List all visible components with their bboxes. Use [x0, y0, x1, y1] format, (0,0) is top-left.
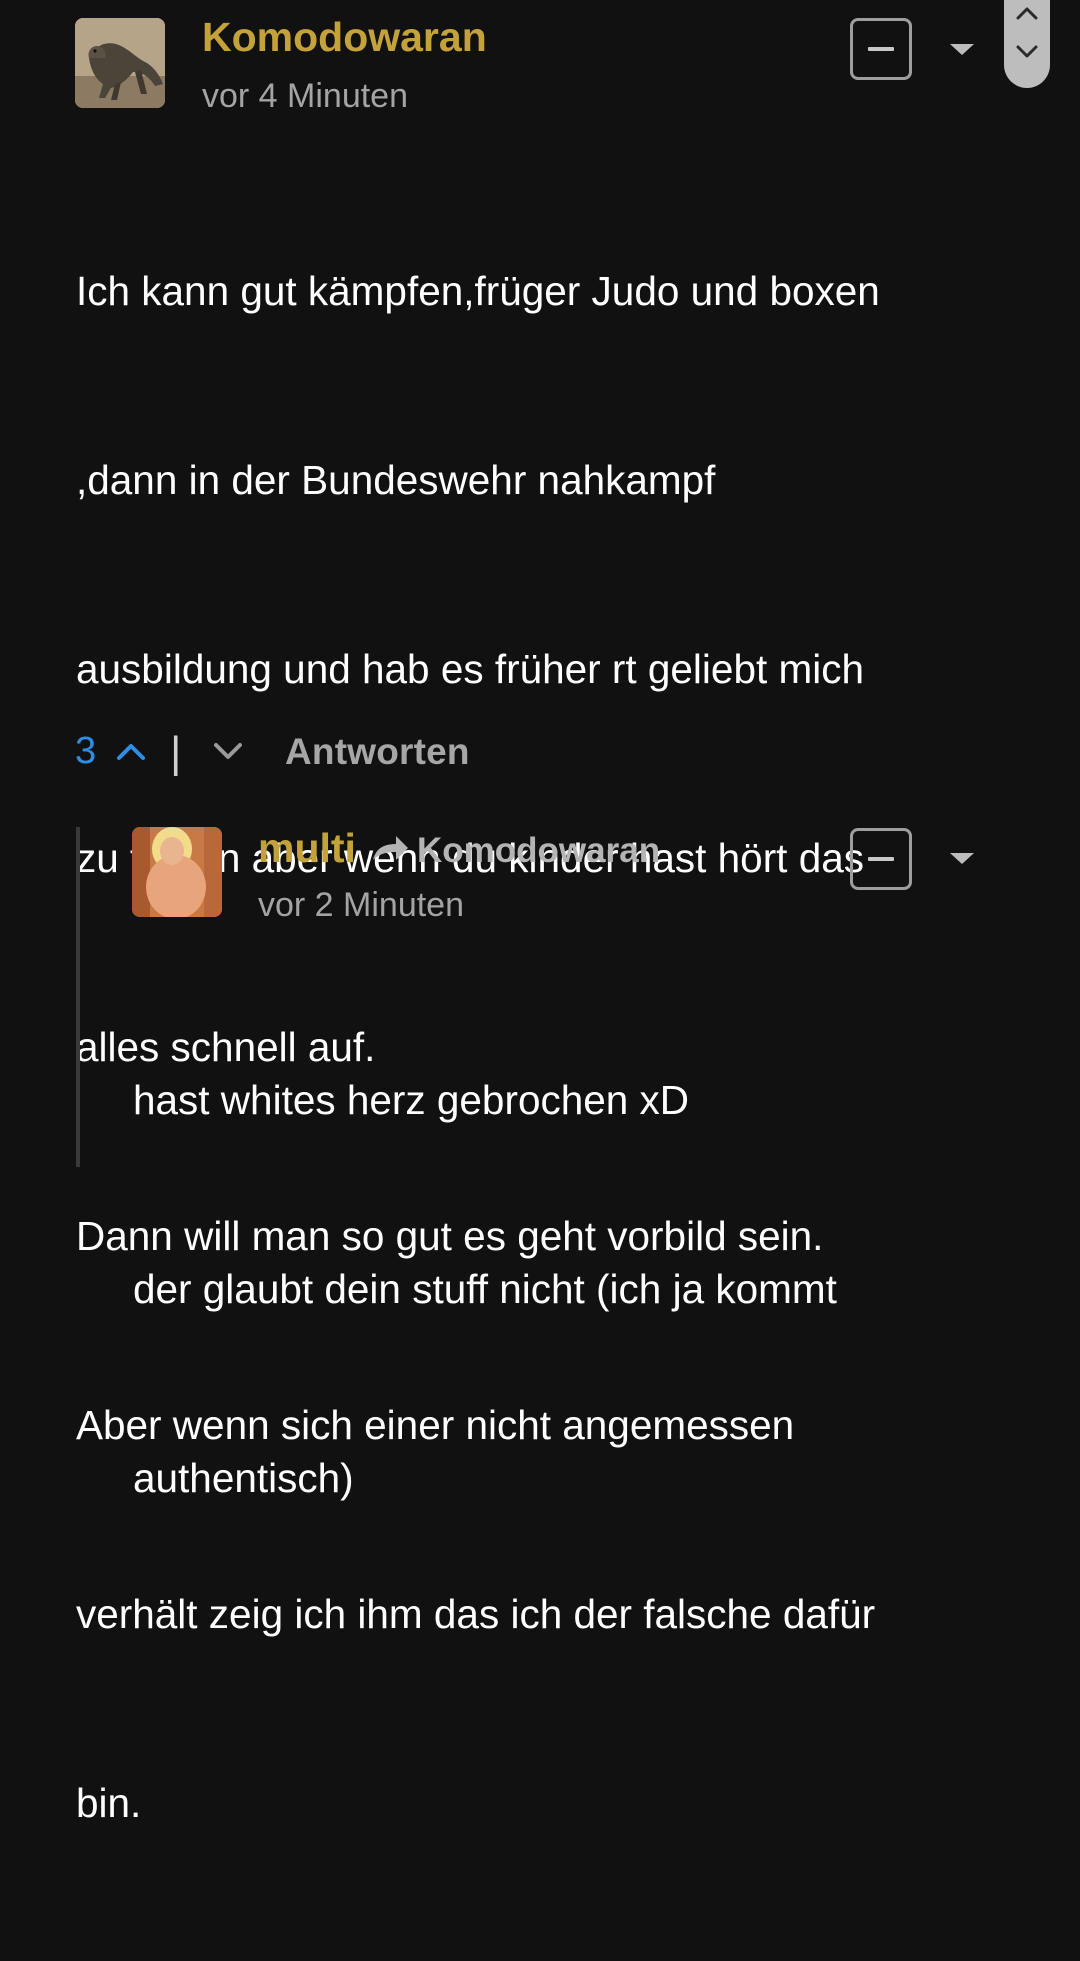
reply-timestamp: vor 2 Minuten	[258, 886, 464, 924]
scroll-navigator[interactable]	[1004, 0, 1050, 88]
minus-icon	[868, 47, 894, 51]
minus-icon	[868, 857, 894, 861]
vote-count: 3	[75, 730, 97, 772]
reply-body: hast whites herz gebrochen xD der glaubt…	[133, 943, 1033, 1636]
reply-line: der glaubt dein stuff nicht (ich ja komm…	[133, 1266, 837, 1312]
chevron-down-icon[interactable]	[1016, 45, 1038, 59]
reply-line: authentisch)	[133, 1455, 354, 1501]
comment-line: bin.	[76, 1780, 142, 1826]
chevron-up-icon[interactable]	[1016, 6, 1038, 20]
caret-down-icon[interactable]	[950, 853, 974, 864]
collapse-comment-button[interactable]	[850, 18, 912, 80]
reply-author[interactable]: multi	[258, 825, 356, 872]
comment-timestamp: vor 4 Minuten	[202, 77, 408, 115]
collapse-reply-button[interactable]	[850, 828, 912, 890]
comment-author[interactable]: Komodowaran	[202, 14, 487, 61]
reply-arrow-icon	[373, 836, 408, 860]
comment-line: ,dann in der Bundeswehr nahkampf	[76, 457, 716, 503]
vote-separator: |	[170, 728, 182, 777]
thread-line	[76, 827, 80, 1167]
comment-line: ausbildung und hab es früher rt geliebt …	[76, 646, 864, 692]
reply-button[interactable]: Antworten	[285, 731, 470, 773]
downvote-icon[interactable]	[213, 742, 243, 762]
reply-to-author[interactable]: Komodowaran	[417, 831, 660, 871]
comment-line: Ich kann gut kämpfen,früger Judo und box…	[76, 268, 880, 314]
upvote-icon[interactable]	[116, 741, 146, 761]
caret-down-icon[interactable]	[950, 44, 974, 55]
reply-line: hast whites herz gebrochen xD	[133, 1077, 690, 1123]
user-photo-avatar[interactable]	[132, 827, 222, 917]
komodo-dragon-avatar[interactable]	[75, 18, 165, 108]
